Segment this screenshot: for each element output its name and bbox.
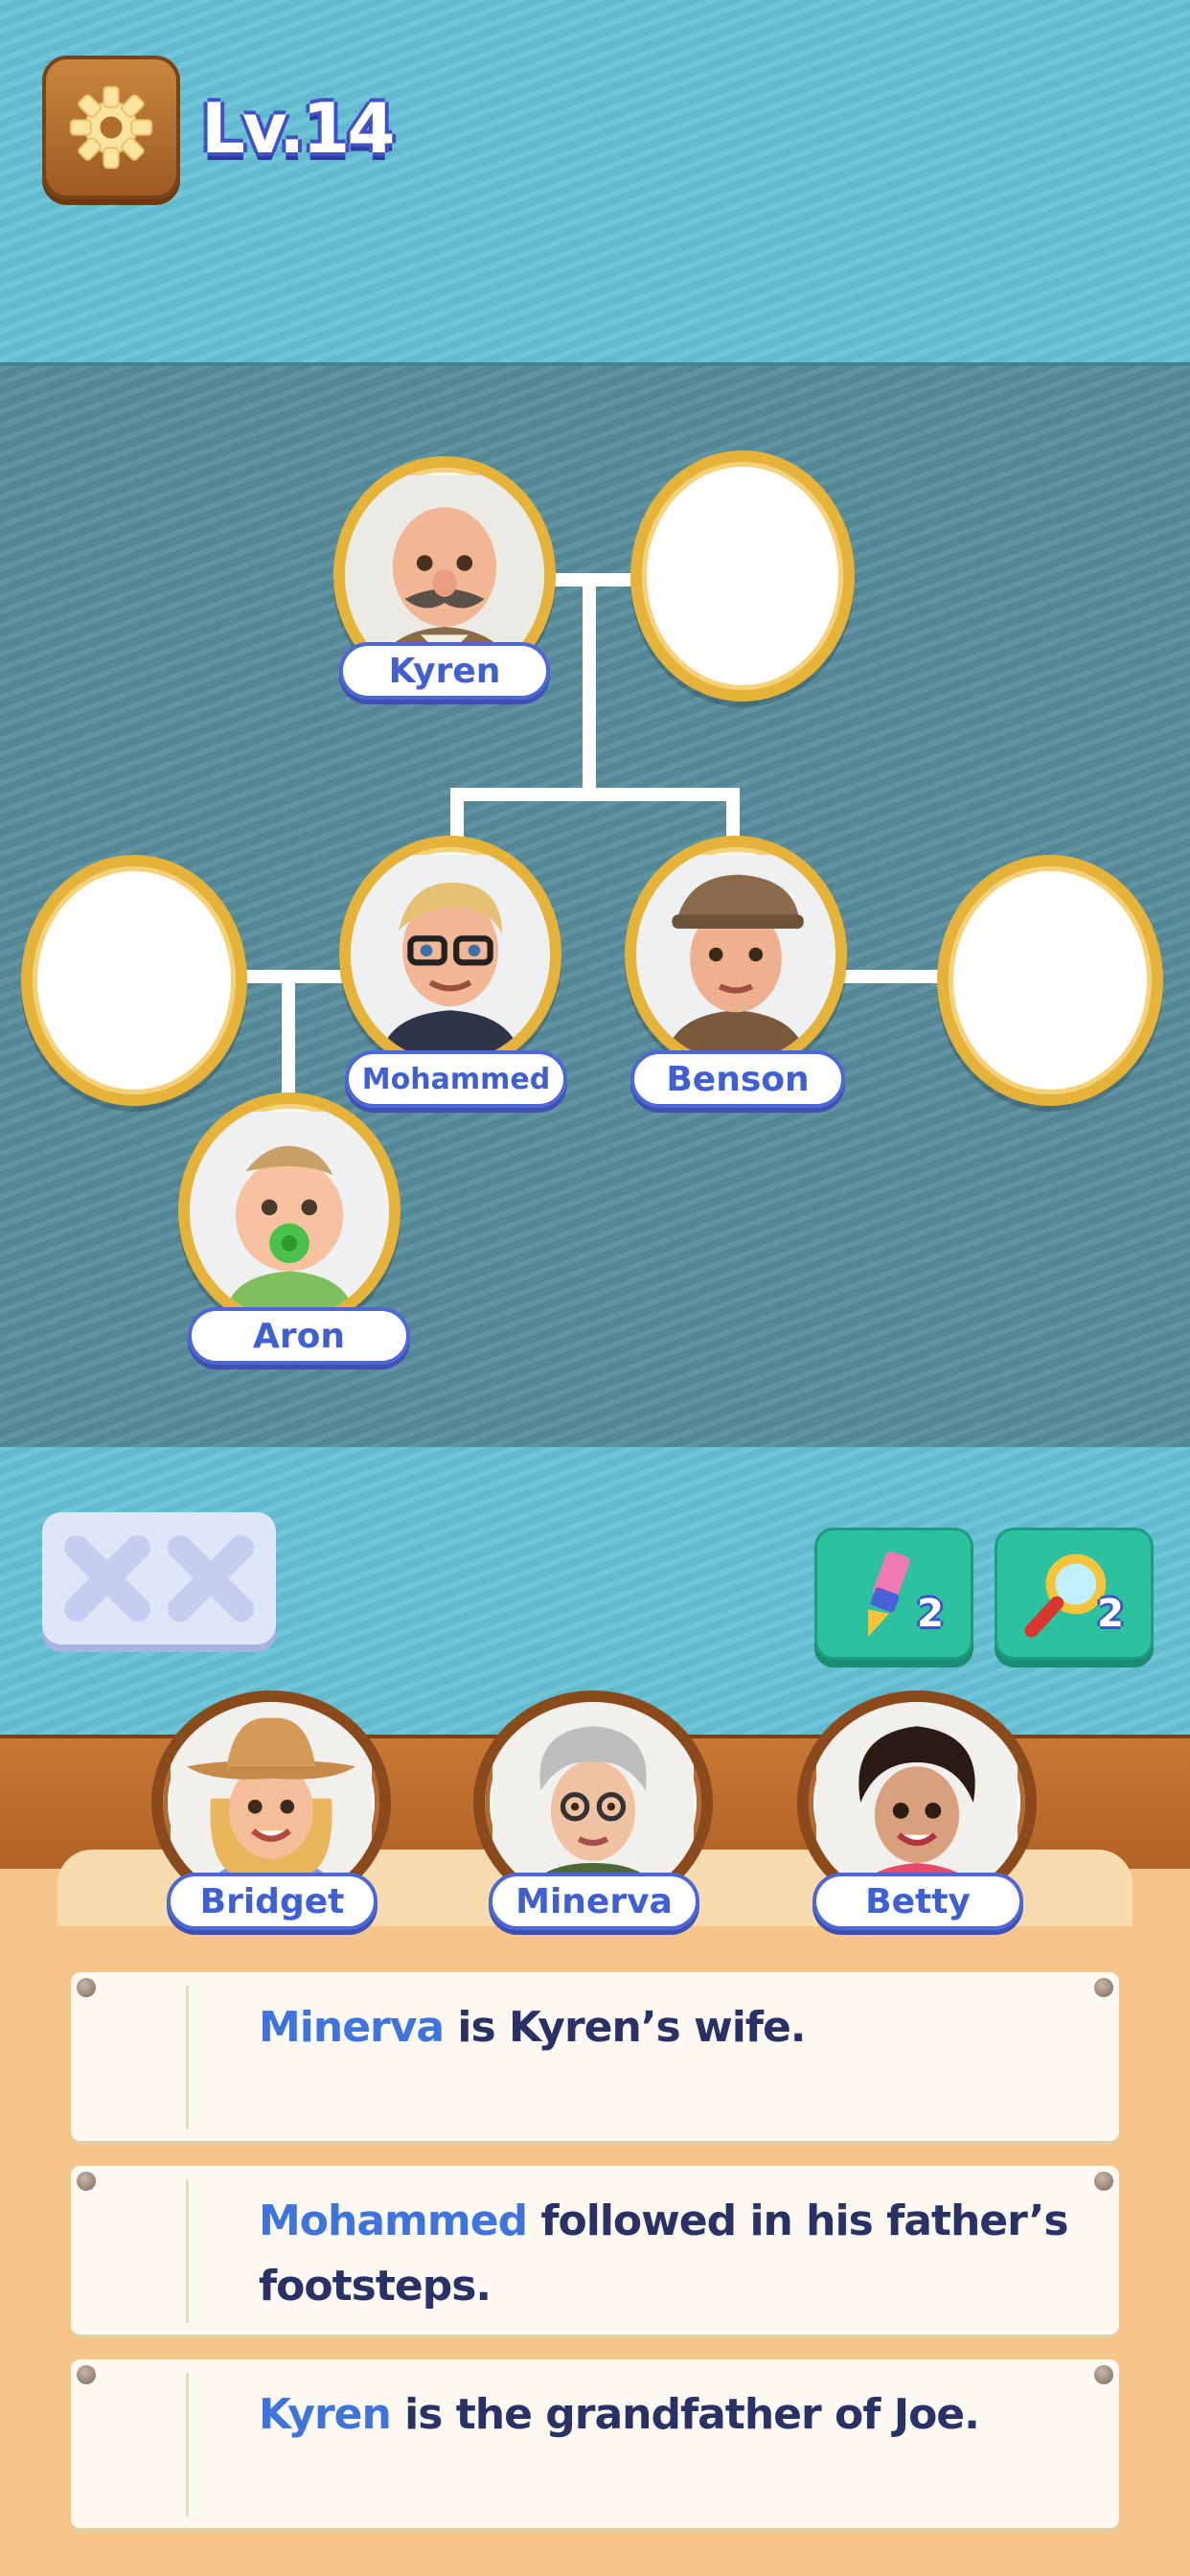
clue-card: Kyren is the grandfather of Joe. bbox=[71, 2359, 1119, 2528]
magnifier-count: 2 bbox=[1097, 1592, 1124, 1636]
pin-icon bbox=[1094, 2365, 1113, 2384]
margin-line bbox=[186, 1986, 189, 2129]
mistakes-indicator bbox=[42, 1512, 276, 1644]
aron-avatar bbox=[190, 1112, 389, 1311]
margin-line bbox=[186, 2179, 189, 2323]
x-mark-icon bbox=[168, 1535, 254, 1622]
brush-hint-button[interactable]: 2 bbox=[814, 1528, 973, 1660]
mohammed-avatar bbox=[351, 855, 550, 1054]
pin-icon bbox=[77, 2172, 96, 2191]
pin-icon bbox=[77, 2365, 96, 2384]
clue-text: Kyren is the grandfather of Joe. bbox=[259, 2382, 1102, 2448]
clue-body: is the grandfather of Joe. bbox=[390, 2390, 980, 2439]
magnifier-hint-button[interactable]: 2 bbox=[995, 1528, 1154, 1660]
x-mark-icon bbox=[64, 1535, 150, 1622]
settings-button[interactable] bbox=[42, 56, 180, 199]
clue-highlight-name: Mohammed bbox=[259, 2196, 528, 2245]
pin-icon bbox=[77, 1978, 96, 1997]
brush-count: 2 bbox=[917, 1592, 944, 1636]
portrait-aron bbox=[178, 1092, 400, 1330]
portrait-mohammed bbox=[339, 836, 561, 1073]
empty-slot-kyren-spouse[interactable] bbox=[630, 450, 855, 702]
name-tag-benson: Benson bbox=[630, 1050, 845, 1108]
clue-highlight-name: Kyren bbox=[259, 2390, 392, 2439]
candidate-name-minerva[interactable]: Minerva bbox=[489, 1873, 699, 1930]
pin-icon bbox=[1094, 1978, 1113, 1997]
empty-slot-mohammed-spouse[interactable] bbox=[21, 855, 247, 1106]
tree-connector bbox=[583, 579, 596, 794]
empty-slot-benson-spouse[interactable] bbox=[937, 855, 1163, 1106]
tree-connector bbox=[450, 788, 740, 801]
candidate-name-bridget[interactable]: Bridget bbox=[167, 1873, 378, 1930]
clue-highlight-name: Minerva bbox=[259, 2003, 445, 2052]
clue-body: is Kyren’s wife. bbox=[444, 2003, 806, 2052]
candidate-name-betty[interactable]: Betty bbox=[812, 1873, 1023, 1930]
clue-card: Minerva is Kyren’s wife. bbox=[71, 1972, 1119, 2141]
name-tag-kyren: Kyren bbox=[339, 642, 550, 700]
clue-card: Mohammed followed in his father’s footst… bbox=[71, 2166, 1119, 2334]
pin-icon bbox=[1094, 2172, 1113, 2191]
level-label: Lv.14 bbox=[201, 88, 395, 169]
name-tag-aron: Aron bbox=[188, 1307, 410, 1365]
benson-avatar bbox=[636, 855, 835, 1054]
clue-text: Mohammed followed in his father’s footst… bbox=[259, 2189, 1102, 2319]
margin-line bbox=[186, 2373, 189, 2517]
tree-connector bbox=[843, 970, 945, 983]
name-tag-mohammed: Mohammed bbox=[345, 1050, 567, 1108]
gear-icon bbox=[69, 85, 153, 170]
clue-text: Minerva is Kyren’s wife. bbox=[259, 1995, 1102, 2060]
portrait-benson bbox=[625, 836, 847, 1073]
